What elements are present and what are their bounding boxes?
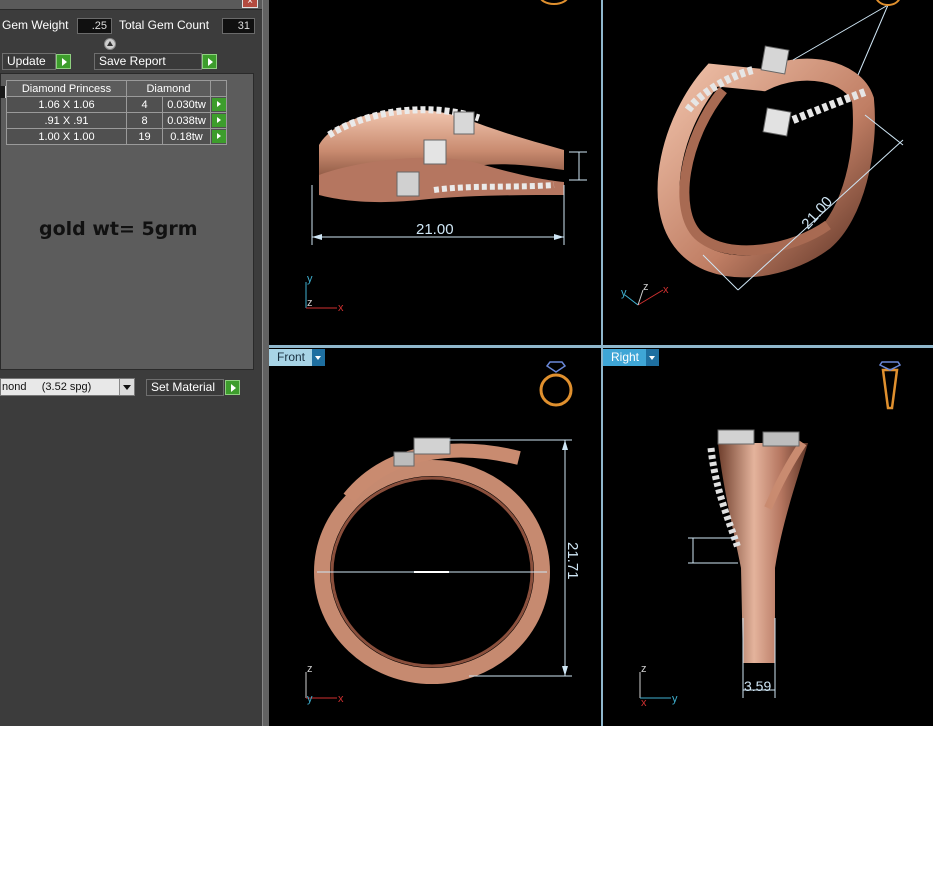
gem-size-cell: 1.06 X 1.06 <box>6 96 127 113</box>
column-header-empty <box>210 80 227 97</box>
gem-table: Diamond Princess Diamond 1.06 X 1.06 4 0… <box>6 80 227 145</box>
axis-triad-icon: z y x <box>305 663 344 705</box>
collapse-up-icon[interactable] <box>104 38 116 50</box>
gem-properties-panel: × Gem Weight .25 Total Gem Count 31 Upda… <box>0 0 262 726</box>
table-row[interactable]: 1.00 X 1.00 19 0.18tw <box>6 128 227 145</box>
gem-weight-cell: 0.030tw <box>162 96 211 113</box>
svg-text:x: x <box>641 697 647 709</box>
save-report-go-icon[interactable] <box>202 54 217 69</box>
chevron-down-icon[interactable] <box>119 379 134 395</box>
update-go-icon[interactable] <box>56 54 71 69</box>
ring-front-icon <box>539 361 573 407</box>
set-material-button[interactable]: Set Material <box>146 379 224 396</box>
svg-text:x: x <box>338 693 344 705</box>
row-go-button[interactable] <box>210 128 227 145</box>
svg-text:x: x <box>663 284 669 296</box>
play-icon[interactable] <box>211 130 226 143</box>
gem-count-cell: 8 <box>126 112 163 129</box>
svg-text:y: y <box>307 273 313 285</box>
svg-text:y: y <box>621 287 627 299</box>
ring-front-render: 21.71 z y x <box>305 361 581 705</box>
play-icon[interactable] <box>211 98 226 111</box>
panel-title-strip <box>0 0 262 10</box>
viewport-iso[interactable]: 21.00 y z x <box>603 0 933 345</box>
viewport-front[interactable]: Front 21.71 z y x <box>269 348 601 726</box>
close-icon[interactable]: × <box>242 0 258 8</box>
svg-text:z: z <box>307 297 313 309</box>
table-row[interactable]: 1.06 X 1.06 4 0.030tw <box>6 96 227 113</box>
gem-weight-cell: 0.18tw <box>162 128 211 145</box>
table-row[interactable]: .91 X .91 8 0.038tw <box>6 112 227 129</box>
width-dimension-label: 21.00 <box>416 221 454 238</box>
height-dimension-label: 21.71 <box>564 542 581 580</box>
viewport-perspective[interactable]: 21.00 y z x <box>269 0 601 345</box>
svg-text:z: z <box>641 663 647 675</box>
ring-side-icon <box>878 361 902 410</box>
gem-count-cell: 4 <box>126 96 163 113</box>
gold-weight-note: gold wt= 5grm <box>39 218 198 240</box>
column-header: Diamond Princess <box>6 80 127 97</box>
axis-triad-icon: y z x <box>305 273 344 314</box>
viewport-right[interactable]: Right 3.59 z x y <box>603 348 933 726</box>
table-header-row: Diamond Princess Diamond <box>6 80 227 97</box>
gem-size-cell: 1.00 X 1.00 <box>6 128 127 145</box>
material-select[interactable]: nond (3.52 spg) <box>0 378 135 396</box>
ring-iso-render: 21.00 y z x <box>621 0 904 306</box>
row-go-button[interactable] <box>210 112 227 129</box>
set-material-go-icon[interactable] <box>225 380 240 395</box>
svg-text:x: x <box>338 302 344 314</box>
svg-text:y: y <box>672 693 678 705</box>
gem-weight-cell: 0.038tw <box>162 112 211 129</box>
svg-text:y: y <box>307 693 313 705</box>
svg-text:z: z <box>307 663 313 675</box>
gem-size-cell: .91 X .91 <box>6 112 127 129</box>
update-button[interactable]: Update <box>2 53 56 70</box>
ring-right-render: 3.59 z x y <box>639 361 902 709</box>
total-gem-count-label: Total Gem Count <box>119 18 210 32</box>
gem-count-cell: 19 <box>126 128 163 145</box>
gem-weight-field[interactable]: .25 <box>77 18 112 34</box>
gem-weight-label: Gem Weight <box>2 18 69 32</box>
total-gem-count-field[interactable]: 31 <box>222 18 255 34</box>
panel-splitter[interactable] <box>262 0 269 726</box>
play-icon[interactable] <box>211 114 226 127</box>
ring-orientation-icon <box>876 0 900 6</box>
thickness-dimension-label: 3.59 <box>744 678 771 694</box>
column-header: Diamond <box>126 80 211 97</box>
row-go-button[interactable] <box>210 96 227 113</box>
axis-triad-icon: z x y <box>639 663 678 709</box>
svg-text:z: z <box>643 281 649 293</box>
save-report-button[interactable]: Save Report <box>94 53 202 70</box>
ring-orientation-icon <box>540 0 568 5</box>
axis-triad-icon: y z x <box>621 281 669 306</box>
ring-side-render: 21.00 y z x <box>305 0 587 314</box>
material-selected-value: nond (3.52 spg) <box>2 381 92 393</box>
